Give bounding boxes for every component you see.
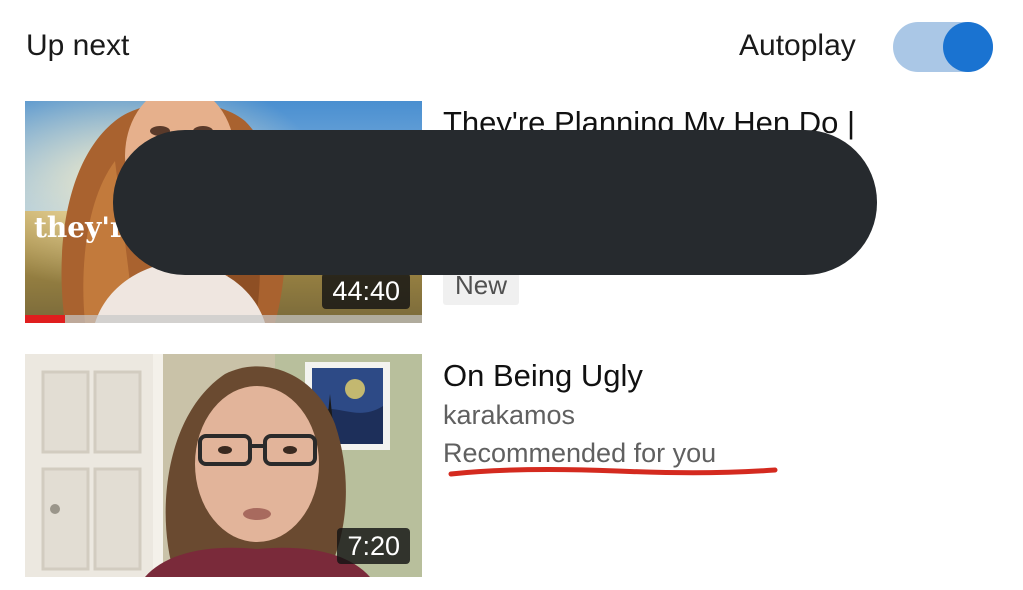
duration-badge: 7:20 [337,528,410,564]
watch-progress-bar [25,315,422,323]
up-next-heading: Up next [26,29,130,62]
autoplay-toggle[interactable] [893,22,993,72]
thumbnail-overlay-text: they'r [34,211,125,244]
duration-badge: 44:40 [322,273,410,309]
video-title[interactable]: On Being Ugly [443,356,1003,396]
autoplay-label: Autoplay [739,29,856,62]
toggle-knob [943,22,993,72]
video-meta: On Being Ugly karakamos Recommended for … [443,354,1003,472]
channel-name[interactable]: karakamos [443,396,1003,434]
redaction-block [113,130,877,275]
video-thumbnail[interactable]: 7:20 [25,354,422,577]
watch-progress-fill [25,315,65,323]
red-underline-annotation [448,466,778,477]
